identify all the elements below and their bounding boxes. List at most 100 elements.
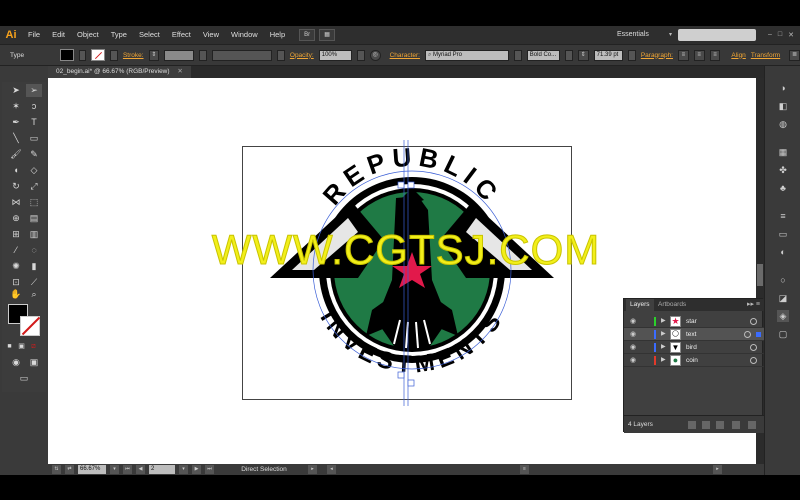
first-artboard-button[interactable]: ⏮ [123, 465, 132, 474]
font-size-dropdown[interactable] [627, 49, 636, 61]
align-link[interactable]: Align [731, 52, 745, 59]
stroke-label[interactable]: Stroke: [123, 52, 144, 59]
layers-icon[interactable]: ◈ [777, 310, 789, 322]
scale-tool-icon[interactable]: ⤢ [26, 180, 42, 193]
scroll-right-button[interactable]: ▸ [713, 465, 722, 474]
symbols-icon[interactable]: ♣ [777, 182, 789, 194]
recolor-icon[interactable]: ◎ [369, 49, 381, 61]
close-icon[interactable]: ✕ [788, 31, 794, 39]
paintbrush-icon[interactable]: 🖌 [8, 148, 24, 161]
search-input[interactable] [677, 28, 756, 41]
expand-triangle-icon[interactable]: ▶ [661, 356, 666, 365]
anchor-handle-bottom-right[interactable] [407, 379, 415, 387]
none-mode-icon[interactable]: ⧄ [28, 340, 39, 353]
profile-dropdown[interactable] [277, 49, 285, 61]
clipping-mask-icon[interactable] [702, 421, 710, 429]
variable-width-profile[interactable] [211, 49, 273, 61]
stroke-color-swatch[interactable] [91, 49, 106, 61]
status-info-arrow[interactable]: ▸ [308, 465, 317, 474]
gradient-tool-icon[interactable]: ▥ [26, 228, 42, 241]
zoom-tool-icon[interactable]: ⌕ [26, 288, 42, 301]
maximize-icon[interactable]: □ [778, 31, 782, 38]
stroke-dropdown[interactable] [110, 49, 118, 61]
status-menu-icon[interactable]: ⇅ [52, 465, 61, 474]
direct-selection-tool-icon[interactable]: ➢ [26, 84, 42, 97]
layer-row-text[interactable]: ◉ ▶ ◯ text [624, 328, 764, 341]
opacity-dropdown[interactable] [356, 49, 365, 61]
width-tool-icon[interactable]: ⋈ [8, 196, 24, 209]
line-tool-icon[interactable]: ╲ [8, 132, 24, 145]
close-tab-icon[interactable]: ✕ [177, 68, 182, 75]
color-mode-icon[interactable]: ■ [4, 340, 15, 353]
menu-select[interactable]: Select [133, 26, 166, 44]
layer-name[interactable]: text [686, 328, 696, 341]
minimize-icon[interactable]: – [768, 31, 772, 38]
new-layer-icon[interactable] [732, 421, 740, 429]
chevron-down-icon[interactable]: ▾ [669, 31, 672, 38]
next-artboard-button[interactable]: ▶ [192, 465, 201, 474]
last-artboard-button[interactable]: ⏭ [205, 465, 214, 474]
type-tool-icon[interactable]: T [26, 116, 42, 129]
screen-mode-icon[interactable]: ▣ [26, 356, 42, 369]
change-screen-mode-icon[interactable]: ▭ [16, 372, 32, 385]
selection-tool-icon[interactable]: ➤ [8, 84, 24, 97]
target-circle-icon[interactable] [750, 344, 757, 351]
appearance-icon[interactable]: ○ [777, 274, 789, 286]
menu-file[interactable]: File [22, 26, 46, 44]
target-circle-icon[interactable] [750, 357, 757, 364]
layer-name[interactable]: bird [686, 341, 697, 354]
align-right-icon[interactable]: ≡ [709, 49, 721, 61]
zoom-field[interactable]: 66.67% [78, 465, 106, 474]
layer-row-coin[interactable]: ◉ ▶ ● coin [624, 354, 764, 367]
font-size-stepper[interactable]: ⇕ [577, 49, 589, 61]
rectangle-tool-icon[interactable]: ▭ [26, 132, 42, 145]
draw-mode-icon[interactable]: ◉ [8, 356, 24, 369]
lasso-icon[interactable]: ↄ [26, 100, 42, 113]
transform-link[interactable]: Transform [751, 52, 780, 59]
gradient-icon[interactable]: ▭ [777, 228, 789, 240]
color-guide-icon[interactable]: ◧ [777, 100, 789, 112]
gradient-mode-icon[interactable]: ▣ [16, 340, 27, 353]
swatches-icon[interactable]: ▦ [777, 146, 789, 158]
opacity-field[interactable]: 100% [318, 49, 352, 61]
symbol-sprayer-icon[interactable]: ✺ [8, 260, 24, 273]
panel-menu-icon[interactable]: ▸▸ ≡ [747, 299, 760, 311]
tab-artboards[interactable]: Artboards [654, 299, 690, 311]
locate-object-icon[interactable] [688, 421, 696, 429]
align-left-icon[interactable]: ≡ [678, 49, 689, 61]
artboard-number-field[interactable]: 2 [149, 465, 175, 474]
paragraph-label[interactable]: Paragraph: [641, 52, 673, 59]
expand-triangle-icon[interactable]: ▶ [661, 330, 666, 339]
anchor-handle-bottom[interactable] [397, 371, 405, 379]
zoom-dropdown[interactable]: ▾ [110, 465, 119, 474]
font-family-field[interactable]: ⌕ Myriad Pro [424, 49, 509, 61]
menu-type[interactable]: Type [105, 26, 133, 44]
vertical-scroll-thumb[interactable] [757, 264, 763, 286]
mesh-tool-icon[interactable]: ⊞ [8, 228, 24, 241]
fill-dropdown[interactable] [78, 49, 87, 61]
visibility-eye-icon[interactable]: ◉ [628, 330, 638, 339]
expand-triangle-icon[interactable]: ▶ [661, 317, 666, 326]
eyedropper-icon[interactable]: ⁄ [8, 244, 24, 257]
new-sublayer-icon[interactable] [716, 421, 724, 429]
stroke-weight-dropdown[interactable] [198, 49, 207, 61]
layer-name[interactable]: coin [686, 354, 698, 367]
blob-brush-icon[interactable]: ◖ [8, 164, 24, 177]
layer-row-star[interactable]: ◉ ▶ ★ star [624, 315, 764, 328]
stroke-swatch[interactable] [20, 316, 40, 336]
layer-row-bird[interactable]: ◉ ▶ ▼ bird [624, 341, 764, 354]
panel-menu-icon[interactable]: ≣ [789, 49, 800, 61]
arrange-documents-button[interactable]: ▦ [319, 29, 336, 41]
rotate-tool-icon[interactable]: ↻ [8, 180, 24, 193]
scroll-thumb-h[interactable]: ≡ [520, 465, 529, 474]
transparency-icon[interactable]: ◐ [777, 246, 789, 258]
color-themes-icon[interactable]: ◍ [777, 118, 789, 130]
bridge-button[interactable]: Br [299, 29, 316, 41]
graphic-styles-icon[interactable]: ◪ [777, 292, 789, 304]
document-tab[interactable]: 02_begin.ai* @ 66.67% (RGB/Preview) ✕ [48, 66, 191, 78]
graph-tool-icon[interactable]: ▮ [26, 260, 42, 273]
visibility-eye-icon[interactable]: ◉ [628, 343, 638, 352]
visibility-eye-icon[interactable]: ◉ [628, 317, 638, 326]
stroke-weight-stepper[interactable]: ⇕ [148, 49, 160, 61]
color-icon[interactable]: ◑ [777, 82, 789, 94]
